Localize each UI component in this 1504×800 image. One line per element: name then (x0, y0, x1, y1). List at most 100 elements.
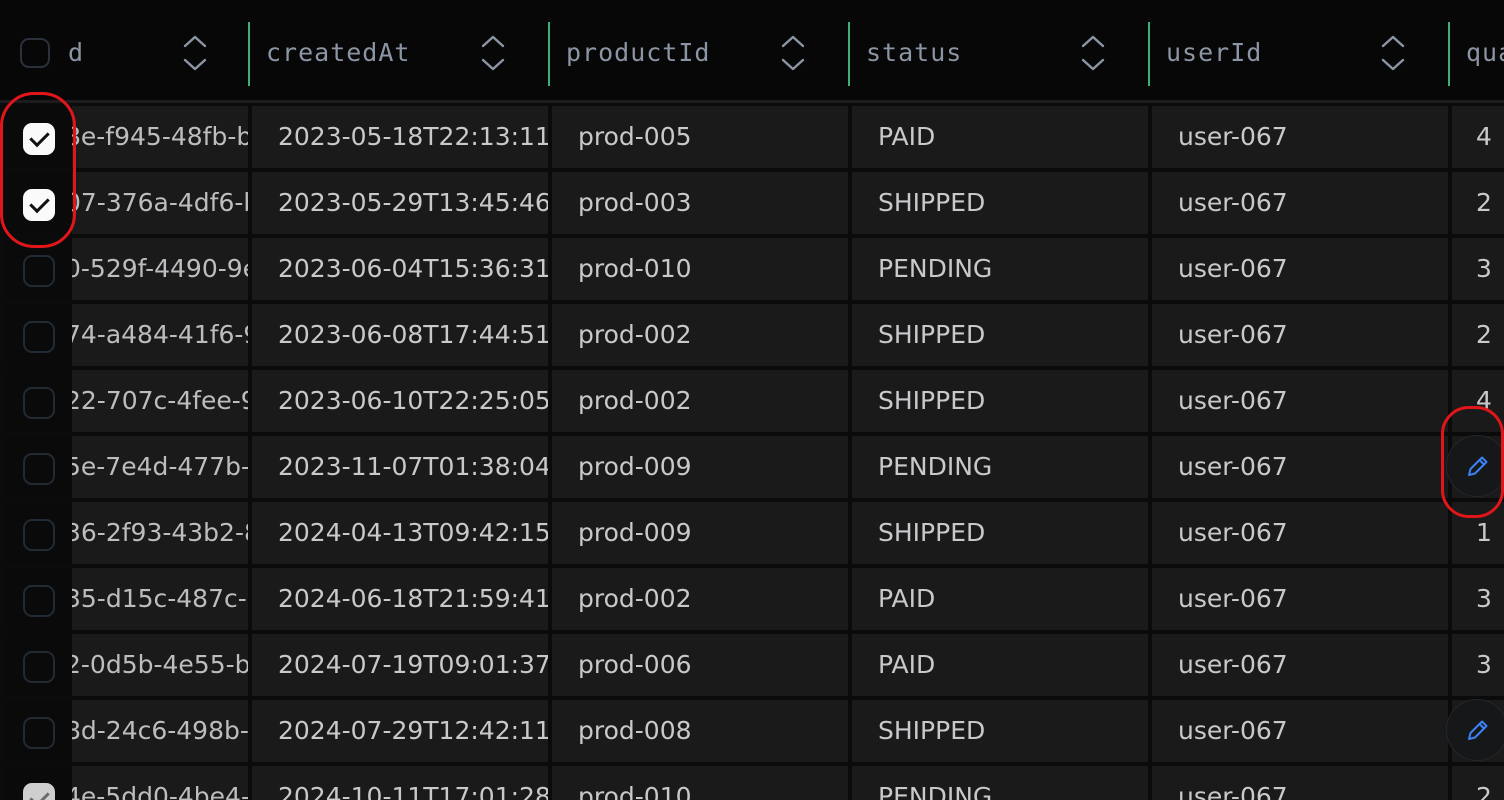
cell-productId[interactable]: prod-005 (552, 106, 848, 168)
cell-userId[interactable]: user-067 (1152, 106, 1448, 168)
cell-status[interactable]: PENDING (852, 766, 1148, 800)
cell-id[interactable]: 74-a484-41f6-9 (72, 304, 248, 366)
row-select-checkbox[interactable] (23, 453, 55, 485)
cell-quantity[interactable]: 3 (1452, 634, 1504, 696)
column-resize-handle[interactable] (548, 22, 550, 86)
cell-quantity[interactable]: 2 (1452, 766, 1504, 800)
cell-quantity[interactable]: 2 (1452, 304, 1504, 366)
cell-createdAt[interactable]: 2024-04-13T09:42:15Z (252, 502, 548, 564)
column-resize-handle[interactable] (248, 22, 250, 86)
cell-status[interactable]: SHIPPED (852, 370, 1148, 432)
cell-status[interactable]: PENDING (852, 436, 1148, 498)
cell-status[interactable]: PAID (852, 106, 1148, 168)
edit-row-button[interactable] (1446, 699, 1504, 761)
column-resize-handle[interactable] (1148, 22, 1150, 86)
cell-userId[interactable]: user-067 (1152, 370, 1448, 432)
cell-status[interactable]: SHIPPED (852, 172, 1148, 234)
sort-up-down-icon[interactable] (480, 33, 506, 73)
cell-userId[interactable]: user-067 (1152, 238, 1448, 300)
cell-productId[interactable]: prod-009 (552, 502, 848, 564)
sort-up-down-icon[interactable] (1380, 33, 1406, 73)
cell-quantity[interactable]: 4 (1452, 106, 1504, 168)
cell-productId[interactable]: prod-010 (552, 766, 848, 800)
table-row[interactable]: 0-529f-4490-9e 2023-06-04T15:36:31Z prod-0… (0, 238, 1504, 304)
cell-id[interactable]: 36-2f93-43b2-8 (72, 502, 248, 564)
cell-createdAt[interactable]: 2023-05-29T13:45:46Z (252, 172, 548, 234)
cell-userId[interactable]: user-067 (1152, 700, 1448, 762)
table-row[interactable]: 74-a484-41f6-9 2023-06-08T17:44:51Z prod-0… (0, 304, 1504, 370)
cell-productId[interactable]: prod-002 (552, 304, 848, 366)
cell-quantity[interactable]: 3 (1452, 568, 1504, 630)
cell-status[interactable]: PENDING (852, 238, 1148, 300)
table-row[interactable]: 07-376a-4df6-b 2023-05-29T13:45:46Z prod-0… (0, 172, 1504, 238)
sort-up-down-icon[interactable] (182, 33, 208, 73)
column-header-id[interactable]: d (68, 0, 248, 100)
cell-productId[interactable]: prod-009 (552, 436, 848, 498)
cell-createdAt[interactable]: 2023-11-07T01:38:04Z (252, 436, 548, 498)
cell-quantity[interactable]: 3 (1452, 238, 1504, 300)
cell-productId[interactable]: prod-002 (552, 370, 848, 432)
cell-id[interactable]: 8d-24c6-498b-b (72, 700, 248, 762)
column-resize-handle[interactable] (1448, 22, 1450, 86)
cell-productId[interactable]: prod-010 (552, 238, 848, 300)
table-row[interactable]: 8e-f945-48fb-b 2023-05-18T22:13:11Z prod-0… (0, 106, 1504, 172)
table-row[interactable]: 36-2f93-43b2-8 2024-04-13T09:42:15Z prod-0… (0, 502, 1504, 568)
cell-id[interactable]: 8e-f945-48fb-b (72, 106, 248, 168)
column-header-quantity[interactable]: qua (1448, 0, 1504, 100)
column-header-status[interactable]: status (848, 0, 1148, 100)
select-all-checkbox[interactable] (20, 38, 50, 68)
cell-id[interactable]: 35-d15c-487c-a (72, 568, 248, 630)
table-row[interactable]: 4e-5dd0-4be4-a 2024-10-11T17:01:28Z prod-0… (0, 766, 1504, 800)
table-row[interactable]: 8d-24c6-498b-b 2024-07-29T12:42:11Z prod-0… (0, 700, 1504, 766)
cell-quantity[interactable]: 2 (1452, 172, 1504, 234)
table-row[interactable]: 2-0d5b-4e55-b 2024-07-19T09:01:37Z prod-00… (0, 634, 1504, 700)
cell-userId[interactable]: user-067 (1152, 436, 1448, 498)
cell-id[interactable]: 4e-5dd0-4be4-a (72, 766, 248, 800)
cell-id[interactable]: 2-0d5b-4e55-b (72, 634, 248, 696)
table-row[interactable]: 5e-7e4d-477b- 2023-11-07T01:38:04Z prod-00… (0, 436, 1504, 502)
cell-status[interactable]: SHIPPED (852, 502, 1148, 564)
row-select-checkbox[interactable] (23, 585, 55, 617)
cell-productId[interactable]: prod-006 (552, 634, 848, 696)
row-select-checkbox[interactable] (23, 651, 55, 683)
column-header-productId[interactable]: productId (548, 0, 848, 100)
row-select-checkbox[interactable] (23, 519, 55, 551)
cell-id[interactable]: 5e-7e4d-477b- (72, 436, 248, 498)
column-resize-handle[interactable] (848, 22, 850, 86)
cell-id[interactable]: 0-529f-4490-9e (72, 238, 248, 300)
cell-id[interactable]: 22-707c-4fee-9 (72, 370, 248, 432)
cell-userId[interactable]: user-067 (1152, 502, 1448, 564)
column-header-userId[interactable]: userId (1148, 0, 1448, 100)
cell-status[interactable]: SHIPPED (852, 304, 1148, 366)
row-select-checkbox[interactable] (23, 717, 55, 749)
row-select-checkbox[interactable] (23, 783, 55, 800)
cell-createdAt[interactable]: 2024-07-19T09:01:37Z (252, 634, 548, 696)
cell-productId[interactable]: prod-002 (552, 568, 848, 630)
cell-userId[interactable]: user-067 (1152, 172, 1448, 234)
sort-up-down-icon[interactable] (780, 33, 806, 73)
cell-createdAt[interactable]: 2024-07-29T12:42:11Z (252, 700, 548, 762)
cell-createdAt[interactable]: 2024-06-18T21:59:41Z (252, 568, 548, 630)
row-select-checkbox[interactable] (23, 255, 55, 287)
table-row[interactable]: 35-d15c-487c-a 2024-06-18T21:59:41Z prod-0… (0, 568, 1504, 634)
cell-createdAt[interactable]: 2023-06-04T15:36:31Z (252, 238, 548, 300)
row-select-checkbox[interactable] (23, 387, 55, 419)
cell-status[interactable]: PAID (852, 634, 1148, 696)
cell-createdAt[interactable]: 2023-06-08T17:44:51Z (252, 304, 548, 366)
cell-createdAt[interactable]: 2024-10-11T17:01:28Z (252, 766, 548, 800)
row-select-checkbox[interactable] (23, 321, 55, 353)
cell-productId[interactable]: prod-003 (552, 172, 848, 234)
cell-status[interactable]: PAID (852, 568, 1148, 630)
cell-productId[interactable]: prod-008 (552, 700, 848, 762)
column-header-createdAt[interactable]: createdAt (248, 0, 548, 100)
table-row[interactable]: 22-707c-4fee-9 2023-06-10T22:25:05Z prod-0… (0, 370, 1504, 436)
cell-id[interactable]: 07-376a-4df6-b (72, 172, 248, 234)
cell-createdAt[interactable]: 2023-05-18T22:13:11Z (252, 106, 548, 168)
cell-userId[interactable]: user-067 (1152, 766, 1448, 800)
cell-userId[interactable]: user-067 (1152, 304, 1448, 366)
cell-userId[interactable]: user-067 (1152, 568, 1448, 630)
sort-up-down-icon[interactable] (1080, 33, 1106, 73)
cell-userId[interactable]: user-067 (1152, 634, 1448, 696)
cell-createdAt[interactable]: 2023-06-10T22:25:05Z (252, 370, 548, 432)
cell-status[interactable]: SHIPPED (852, 700, 1148, 762)
